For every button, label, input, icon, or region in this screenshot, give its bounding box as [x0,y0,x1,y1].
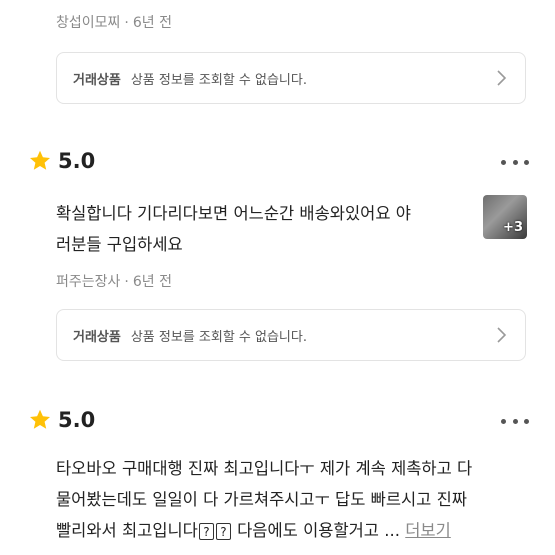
review-time: 6년 전 [132,274,172,290]
review-text-line: 확실합니다 기다리다보면 어느순간 배송와있어요 야 [56,204,411,223]
photo-count-badge: +3 [503,220,523,235]
unknown-glyph-box: ? [198,523,214,540]
dot-icon [501,160,506,165]
rating-row: 5.0 [28,408,95,432]
dot-icon [524,419,529,424]
chevron-right-icon [497,70,507,86]
product-info-box[interactable]: 거래상품 상품 정보를 조회할 수 없습니다. [56,309,526,361]
product-tag: 거래상품 [73,72,121,88]
ellipsis: ... [384,521,400,540]
product-message: 상품 정보를 조회할 수 없습니다. [130,72,307,88]
dot-icon [501,419,506,424]
product-message: 상품 정보를 조회할 수 없습니다. [130,329,307,345]
review-meta: 창섭이모찌 · 6년 전 [56,12,172,32]
review-photo-thumbnail[interactable]: +3 [483,195,527,239]
unknown-glyph-box: ? [215,523,231,540]
dot-icon [524,160,529,165]
review-author: 퍼주는장사 [56,274,121,290]
rating-row: 5.0 [28,149,95,173]
review-text-segment: 다음에도 이용할거고 [231,521,379,540]
review-author: 창섭이모찌 [56,15,121,31]
rating-score: 5.0 [58,408,96,432]
review-meta: 퍼주는장사 · 6년 전 [56,271,172,291]
review-text-segment: 빨리와서 최고입니다 [56,521,198,540]
more-options-button[interactable] [501,159,529,167]
separator-dot: · [124,15,129,31]
more-options-button[interactable] [501,418,529,426]
product-info-box[interactable]: 거래상품 상품 정보를 조회할 수 없습니다. [56,52,526,104]
review-text-line: 빨리와서 최고입니다?? 다음에도 이용할거고 ... 더보기 [56,515,472,546]
review-text: 타오바오 구매대행 진짜 최고입니다ㅜ 제가 계속 제촉하고 다 물어봤는데도 … [56,453,472,546]
star-icon [30,409,50,429]
review-text: 확실합니다 기다리다보면 어느순간 배송와있어요 야 러분들 구입하세요 [56,198,411,260]
review-text-line: 타오바오 구매대행 진짜 최고입니다ㅜ 제가 계속 제촉하고 다 [56,459,473,478]
separator-dot: · [124,274,129,290]
read-more-link[interactable]: 더보기 [405,521,451,540]
review-text-line: 물어봤는데도 일일이 다 가르쳐주시고ㅜ 답도 빠르시고 진짜 [56,490,467,509]
review-text-line: 러분들 구입하세요 [56,235,183,254]
review-time: 6년 전 [132,15,172,31]
dot-icon [512,160,518,165]
rating-score: 5.0 [58,149,96,173]
chevron-right-icon [497,327,507,343]
product-tag: 거래상품 [73,329,121,345]
star-icon [30,150,50,170]
dot-icon [512,419,518,424]
